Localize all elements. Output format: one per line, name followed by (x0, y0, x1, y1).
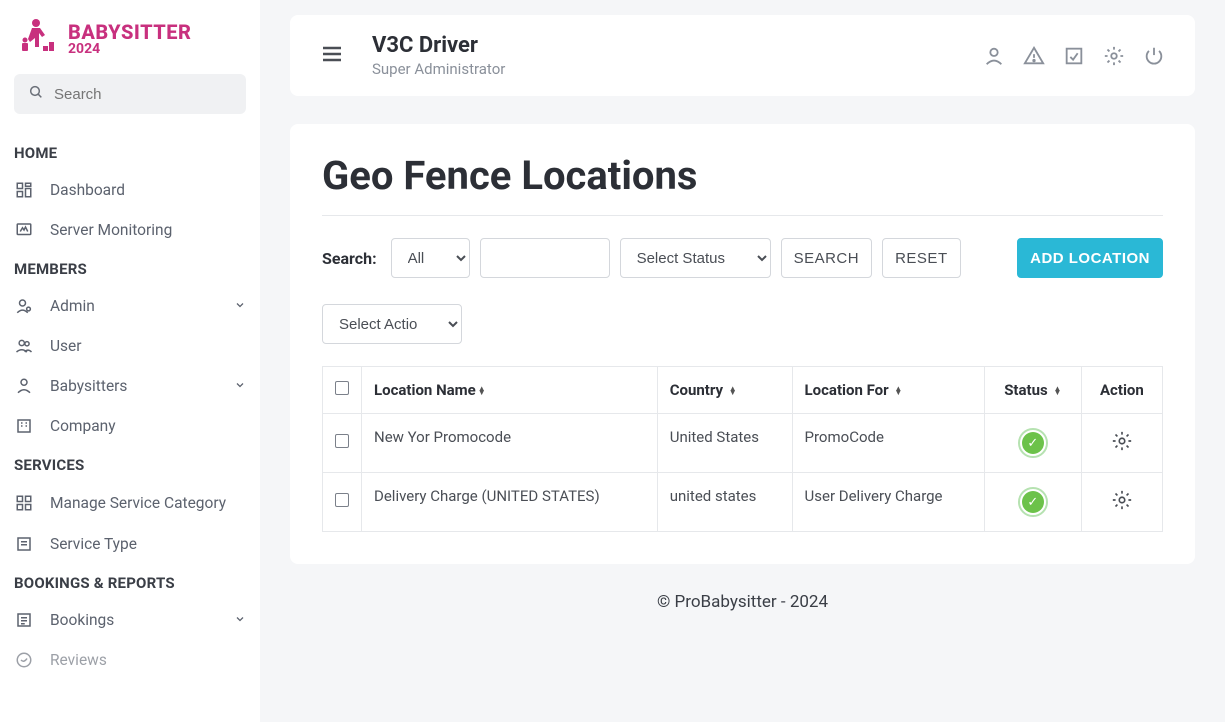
nav-company[interactable]: Company (8, 406, 252, 446)
chevron-down-icon (234, 611, 246, 629)
main-content: V3C Driver Super Administrator Geo Fence… (260, 0, 1225, 722)
nav-label: Server Monitoring (50, 221, 172, 239)
cell-for: User Delivery Charge (792, 473, 984, 532)
sort-icon: ▲▼ (894, 387, 902, 395)
monitoring-icon (14, 221, 34, 239)
filter-status-select[interactable]: Select Status (620, 238, 771, 278)
nav-label: Babysitters (50, 377, 127, 395)
select-all-checkbox[interactable] (335, 381, 349, 395)
nav-reviews[interactable]: Reviews (8, 640, 252, 680)
header-title: V3C Driver (372, 33, 505, 58)
section-home: HOME (8, 134, 252, 170)
nav-label: Admin (50, 297, 95, 315)
section-bookings-reports: BOOKINGS & REPORTS (8, 564, 252, 600)
note-icon[interactable] (1063, 45, 1085, 67)
power-icon[interactable] (1143, 45, 1165, 67)
service-type-icon (14, 535, 34, 553)
search-icon (28, 84, 44, 104)
company-icon (14, 417, 34, 435)
nav-admin[interactable]: Admin (8, 286, 252, 326)
nav-label: Bookings (50, 611, 114, 629)
sidebar-search[interactable] (14, 74, 246, 114)
chevron-down-icon (234, 297, 246, 315)
bookings-icon (14, 611, 34, 629)
brand-sub-text: 2024 (68, 42, 191, 56)
content-card: Geo Fence Locations Search: All Select S… (290, 124, 1195, 564)
settings-icon[interactable] (1103, 45, 1125, 67)
row-settings-icon[interactable] (1111, 438, 1133, 456)
user-icon (14, 337, 34, 355)
reset-button[interactable]: RESET (882, 238, 961, 278)
nav-label: Company (50, 417, 116, 435)
col-location-for[interactable]: Location For ▲▼ (792, 367, 984, 414)
locations-table: Location Name▲▼ Country ▲▼ Location For … (322, 366, 1163, 532)
topbar: V3C Driver Super Administrator (290, 15, 1195, 96)
sort-icon: ▲▼ (1053, 387, 1061, 395)
nav-babysitters[interactable]: Babysitters (8, 366, 252, 406)
warning-icon[interactable] (1023, 45, 1045, 67)
filter-field-select[interactable]: All (391, 238, 470, 278)
cell-country: United States (657, 414, 792, 473)
bulk-action-select[interactable]: Select Action (322, 304, 462, 344)
cell-country: united states (657, 473, 792, 532)
row-settings-icon[interactable] (1111, 497, 1133, 515)
reviews-icon (14, 651, 34, 669)
nav-user[interactable]: User (8, 326, 252, 366)
row-checkbox[interactable] (335, 493, 349, 507)
brand-icon (18, 18, 60, 60)
nav-dashboard[interactable]: Dashboard (8, 170, 252, 210)
nav-label: Reviews (50, 651, 107, 669)
section-services: SERVICES (8, 446, 252, 482)
profile-icon[interactable] (983, 45, 1005, 67)
nav-label: Manage Service Category (50, 493, 226, 513)
status-active-icon[interactable]: ✓ (1018, 487, 1048, 517)
cell-for: PromoCode (792, 414, 984, 473)
col-location-name[interactable]: Location Name▲▼ (362, 367, 658, 414)
brand-logo: BABYSITTER 2024 (8, 18, 252, 74)
sort-icon: ▲▼ (729, 387, 737, 395)
row-checkbox[interactable] (335, 434, 349, 448)
section-members: MEMBERS (8, 250, 252, 286)
sort-icon: ▲▼ (478, 387, 486, 395)
cell-name: New Yor Promocode (362, 414, 658, 473)
search-label: Search: (322, 249, 377, 268)
add-location-button[interactable]: ADD LOCATION (1017, 238, 1163, 278)
search-button[interactable]: SEARCH (781, 238, 873, 278)
nav-label: Service Type (50, 535, 137, 553)
col-action: Action (1081, 367, 1162, 414)
table-row: New Yor Promocode United States PromoCod… (323, 414, 1163, 473)
filter-toolbar: Search: All Select Status SEARCH RESET A… (322, 238, 1163, 278)
search-input[interactable] (54, 86, 253, 103)
col-status[interactable]: Status ▲▼ (984, 367, 1081, 414)
footer-text: © ProBabysitter - 2024 (290, 564, 1195, 652)
page-title: Geo Fence Locations (322, 152, 1163, 216)
header-subtitle: Super Administrator (372, 60, 505, 78)
cell-name: Delivery Charge (UNITED STATES) (362, 473, 658, 532)
col-country[interactable]: Country ▲▼ (657, 367, 792, 414)
brand-main-text: BABYSITTER (68, 22, 191, 42)
nav-label: Dashboard (50, 181, 125, 199)
nav-label: User (50, 337, 82, 355)
dashboard-icon (14, 181, 34, 199)
admin-icon (14, 297, 34, 315)
category-icon (14, 494, 34, 512)
nav-manage-service-category[interactable]: Manage Service Category (8, 482, 252, 524)
status-active-icon[interactable]: ✓ (1018, 428, 1048, 458)
sidebar: BABYSITTER 2024 HOME Dashboard Server Mo… (0, 0, 260, 722)
nav-service-type[interactable]: Service Type (8, 524, 252, 564)
chevron-down-icon (234, 377, 246, 395)
table-row: Delivery Charge (UNITED STATES) united s… (323, 473, 1163, 532)
nav-bookings[interactable]: Bookings (8, 600, 252, 640)
nav-server-monitoring[interactable]: Server Monitoring (8, 210, 252, 250)
menu-toggle-button[interactable] (320, 42, 344, 70)
filter-text-input[interactable] (480, 238, 610, 278)
babysitter-icon (14, 377, 34, 395)
